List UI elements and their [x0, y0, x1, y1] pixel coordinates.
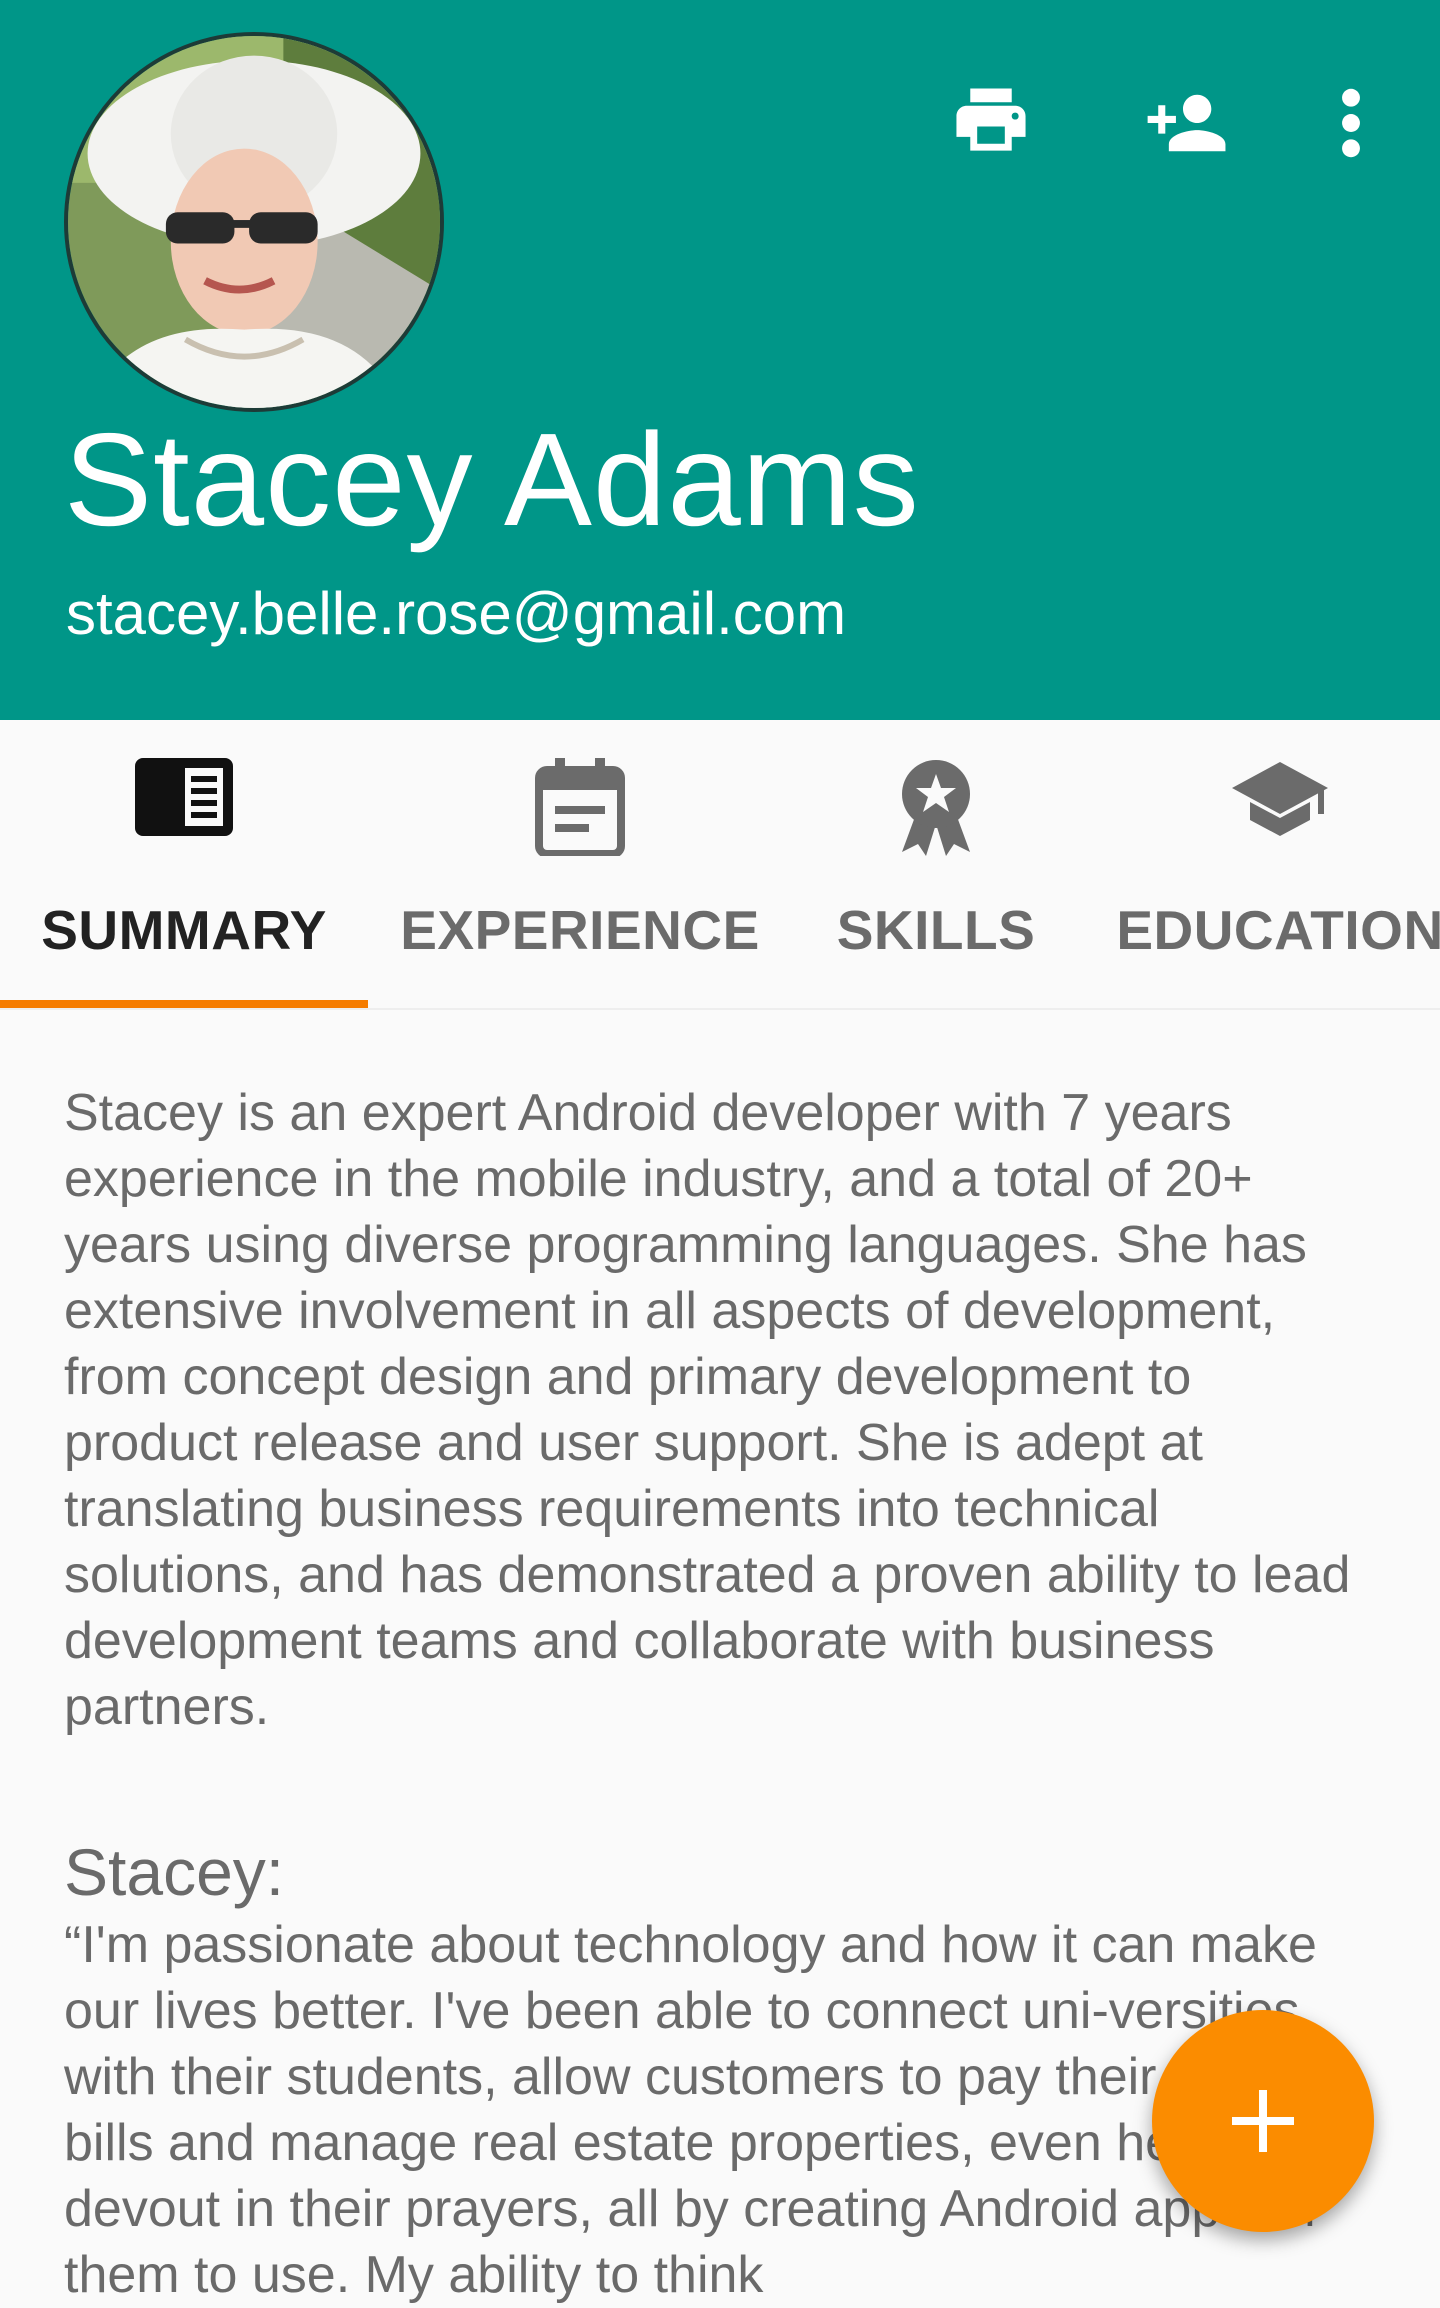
- more-vert-icon: [1342, 88, 1360, 158]
- tab-bar: SUMMARY EXPERIENCE SKILLS EDUCATION: [0, 720, 1440, 1010]
- calendar-icon: [535, 758, 625, 861]
- graduation-cap-icon: [1232, 758, 1328, 843]
- add-button[interactable]: [1152, 2010, 1374, 2232]
- add-contact-button[interactable]: [1128, 68, 1238, 178]
- tab-education[interactable]: EDUCATION: [1080, 720, 1440, 1010]
- add-person-icon: [1147, 94, 1226, 152]
- tab-label: EDUCATION: [1116, 899, 1440, 961]
- profile-email[interactable]: stacey.belle.rose@gmail.com: [66, 578, 846, 650]
- tab-label: SKILLS: [836, 899, 1036, 961]
- printer-icon: [956, 88, 1026, 151]
- award-icon: [894, 758, 978, 861]
- more-options-button[interactable]: [1296, 68, 1406, 178]
- summary-paragraph: Stacey is an expert Android developer wi…: [64, 1084, 1351, 1736]
- active-tab-indicator: [0, 1000, 368, 1008]
- quote-heading: Stacey:: [64, 1835, 285, 1909]
- tab-label: EXPERIENCE: [400, 899, 760, 961]
- avatar[interactable]: [64, 32, 444, 412]
- plus-icon: [1232, 2090, 1294, 2152]
- profile-name: Stacey Adams: [64, 406, 920, 553]
- profile-header: Stacey Adams stacey.belle.rose@gmail.com: [0, 0, 1440, 720]
- tab-summary[interactable]: SUMMARY: [0, 720, 368, 1010]
- tab-skills[interactable]: SKILLS: [792, 720, 1080, 1010]
- summary-icon: [135, 758, 233, 841]
- tab-label: SUMMARY: [41, 899, 327, 961]
- tab-divider: [0, 1008, 1440, 1010]
- print-button[interactable]: [936, 68, 1046, 178]
- tab-experience[interactable]: EXPERIENCE: [368, 720, 792, 1010]
